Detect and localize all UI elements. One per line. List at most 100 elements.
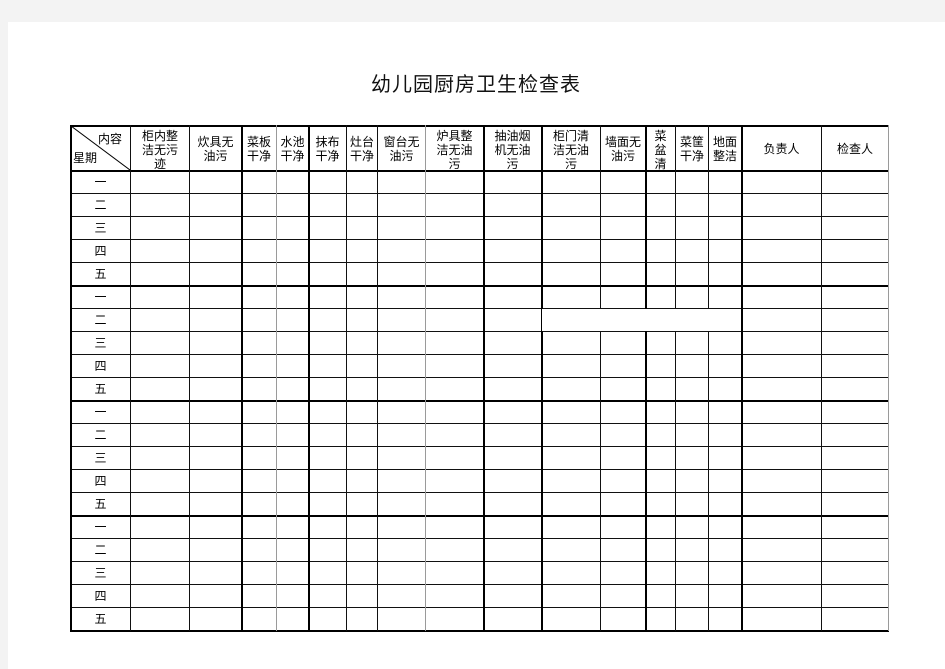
table-cell-responsible[interactable] (742, 424, 821, 446)
table-cell-rag[interactable] (309, 286, 346, 308)
table-cell-responsible[interactable] (742, 608, 821, 630)
table-cell-cabinet_door[interactable] (542, 263, 600, 285)
table-cell-sink[interactable] (277, 447, 308, 469)
table-cell-stove[interactable] (347, 608, 377, 630)
table-cell-veg_basin[interactable] (646, 194, 675, 216)
table-cell-cabinet_door[interactable] (542, 470, 600, 492)
table-cell-veg_basket[interactable] (676, 194, 708, 216)
table-cell-windowsill[interactable] (378, 355, 425, 377)
table-cell-range_hood[interactable] (484, 539, 541, 561)
table-cell-cabinet_door[interactable] (542, 493, 600, 515)
table-cell-inspector[interactable] (822, 608, 888, 630)
table-cell-veg_basin[interactable] (646, 493, 675, 515)
table-cell-veg_basket[interactable] (676, 309, 708, 331)
table-cell-cookware[interactable] (190, 378, 241, 400)
table-cell-windowsill[interactable] (378, 263, 425, 285)
table-cell-cabinet_inside[interactable] (131, 539, 189, 561)
table-cell-range_hood[interactable] (484, 608, 541, 630)
table-cell-stove[interactable] (347, 585, 377, 607)
table-cell-cookware[interactable] (190, 539, 241, 561)
table-cell-rag[interactable] (309, 401, 346, 423)
table-cell-cookware[interactable] (190, 562, 241, 584)
table-cell-wall[interactable] (601, 309, 645, 331)
table-cell-rag[interactable] (309, 470, 346, 492)
table-cell-veg_basin[interactable] (646, 401, 675, 423)
table-cell-utensils[interactable] (426, 516, 483, 538)
table-cell-cookware[interactable] (190, 493, 241, 515)
table-cell-cabinet_door[interactable] (542, 194, 600, 216)
table-cell-sink[interactable] (277, 286, 308, 308)
table-cell-floor[interactable] (709, 585, 741, 607)
table-cell-utensils[interactable] (426, 171, 483, 193)
table-cell-cookware[interactable] (190, 516, 241, 538)
table-cell-stove[interactable] (347, 263, 377, 285)
table-cell-cabinet_inside[interactable] (131, 585, 189, 607)
table-cell-inspector[interactable] (822, 493, 888, 515)
table-cell-veg_basket[interactable] (676, 539, 708, 561)
table-cell-wall[interactable] (601, 516, 645, 538)
table-cell-windowsill[interactable] (378, 539, 425, 561)
table-cell-utensils[interactable] (426, 539, 483, 561)
table-cell-floor[interactable] (709, 608, 741, 630)
table-cell-veg_basket[interactable] (676, 493, 708, 515)
table-cell-veg_basin[interactable] (646, 378, 675, 400)
table-cell-wall[interactable] (601, 332, 645, 354)
table-cell-rag[interactable] (309, 539, 346, 561)
table-cell-cutting_board[interactable] (242, 470, 276, 492)
table-cell-windowsill[interactable] (378, 378, 425, 400)
table-cell-floor[interactable] (709, 355, 741, 377)
table-cell-inspector[interactable] (822, 378, 888, 400)
table-cell-utensils[interactable] (426, 355, 483, 377)
table-cell-sink[interactable] (277, 355, 308, 377)
table-cell-range_hood[interactable] (484, 286, 541, 308)
table-cell-range_hood[interactable] (484, 263, 541, 285)
table-cell-inspector[interactable] (822, 585, 888, 607)
table-cell-stove[interactable] (347, 355, 377, 377)
table-cell-veg_basket[interactable] (676, 585, 708, 607)
table-cell-windowsill[interactable] (378, 332, 425, 354)
table-cell-cutting_board[interactable] (242, 562, 276, 584)
table-cell-wall[interactable] (601, 493, 645, 515)
table-cell-cabinet_door[interactable] (542, 424, 600, 446)
table-cell-utensils[interactable] (426, 332, 483, 354)
table-cell-cutting_board[interactable] (242, 447, 276, 469)
table-cell-wall[interactable] (601, 447, 645, 469)
table-cell-veg_basin[interactable] (646, 309, 675, 331)
table-cell-responsible[interactable] (742, 447, 821, 469)
table-cell-wall[interactable] (601, 355, 645, 377)
table-cell-utensils[interactable] (426, 562, 483, 584)
table-cell-cutting_board[interactable] (242, 217, 276, 239)
table-cell-floor[interactable] (709, 194, 741, 216)
table-cell-veg_basin[interactable] (646, 240, 675, 262)
table-cell-sink[interactable] (277, 194, 308, 216)
table-cell-responsible[interactable] (742, 493, 821, 515)
table-cell-inspector[interactable] (822, 332, 888, 354)
table-cell-responsible[interactable] (742, 332, 821, 354)
table-cell-range_hood[interactable] (484, 562, 541, 584)
table-cell-veg_basin[interactable] (646, 516, 675, 538)
table-cell-wall[interactable] (601, 263, 645, 285)
table-cell-windowsill[interactable] (378, 424, 425, 446)
table-cell-cabinet_inside[interactable] (131, 309, 189, 331)
table-cell-range_hood[interactable] (484, 493, 541, 515)
table-cell-veg_basket[interactable] (676, 171, 708, 193)
table-cell-cutting_board[interactable] (242, 516, 276, 538)
table-cell-floor[interactable] (709, 424, 741, 446)
table-cell-cutting_board[interactable] (242, 171, 276, 193)
table-cell-veg_basin[interactable] (646, 355, 675, 377)
table-cell-windowsill[interactable] (378, 585, 425, 607)
table-cell-utensils[interactable] (426, 217, 483, 239)
table-cell-cabinet_inside[interactable] (131, 240, 189, 262)
table-cell-windowsill[interactable] (378, 309, 425, 331)
table-cell-windowsill[interactable] (378, 516, 425, 538)
table-cell-veg_basket[interactable] (676, 516, 708, 538)
table-cell-responsible[interactable] (742, 562, 821, 584)
table-cell-cabinet_inside[interactable] (131, 171, 189, 193)
table-cell-range_hood[interactable] (484, 424, 541, 446)
table-cell-cookware[interactable] (190, 470, 241, 492)
table-cell-responsible[interactable] (742, 516, 821, 538)
table-cell-veg_basin[interactable] (646, 263, 675, 285)
table-cell-responsible[interactable] (742, 194, 821, 216)
table-cell-range_hood[interactable] (484, 309, 541, 331)
table-cell-inspector[interactable] (822, 424, 888, 446)
